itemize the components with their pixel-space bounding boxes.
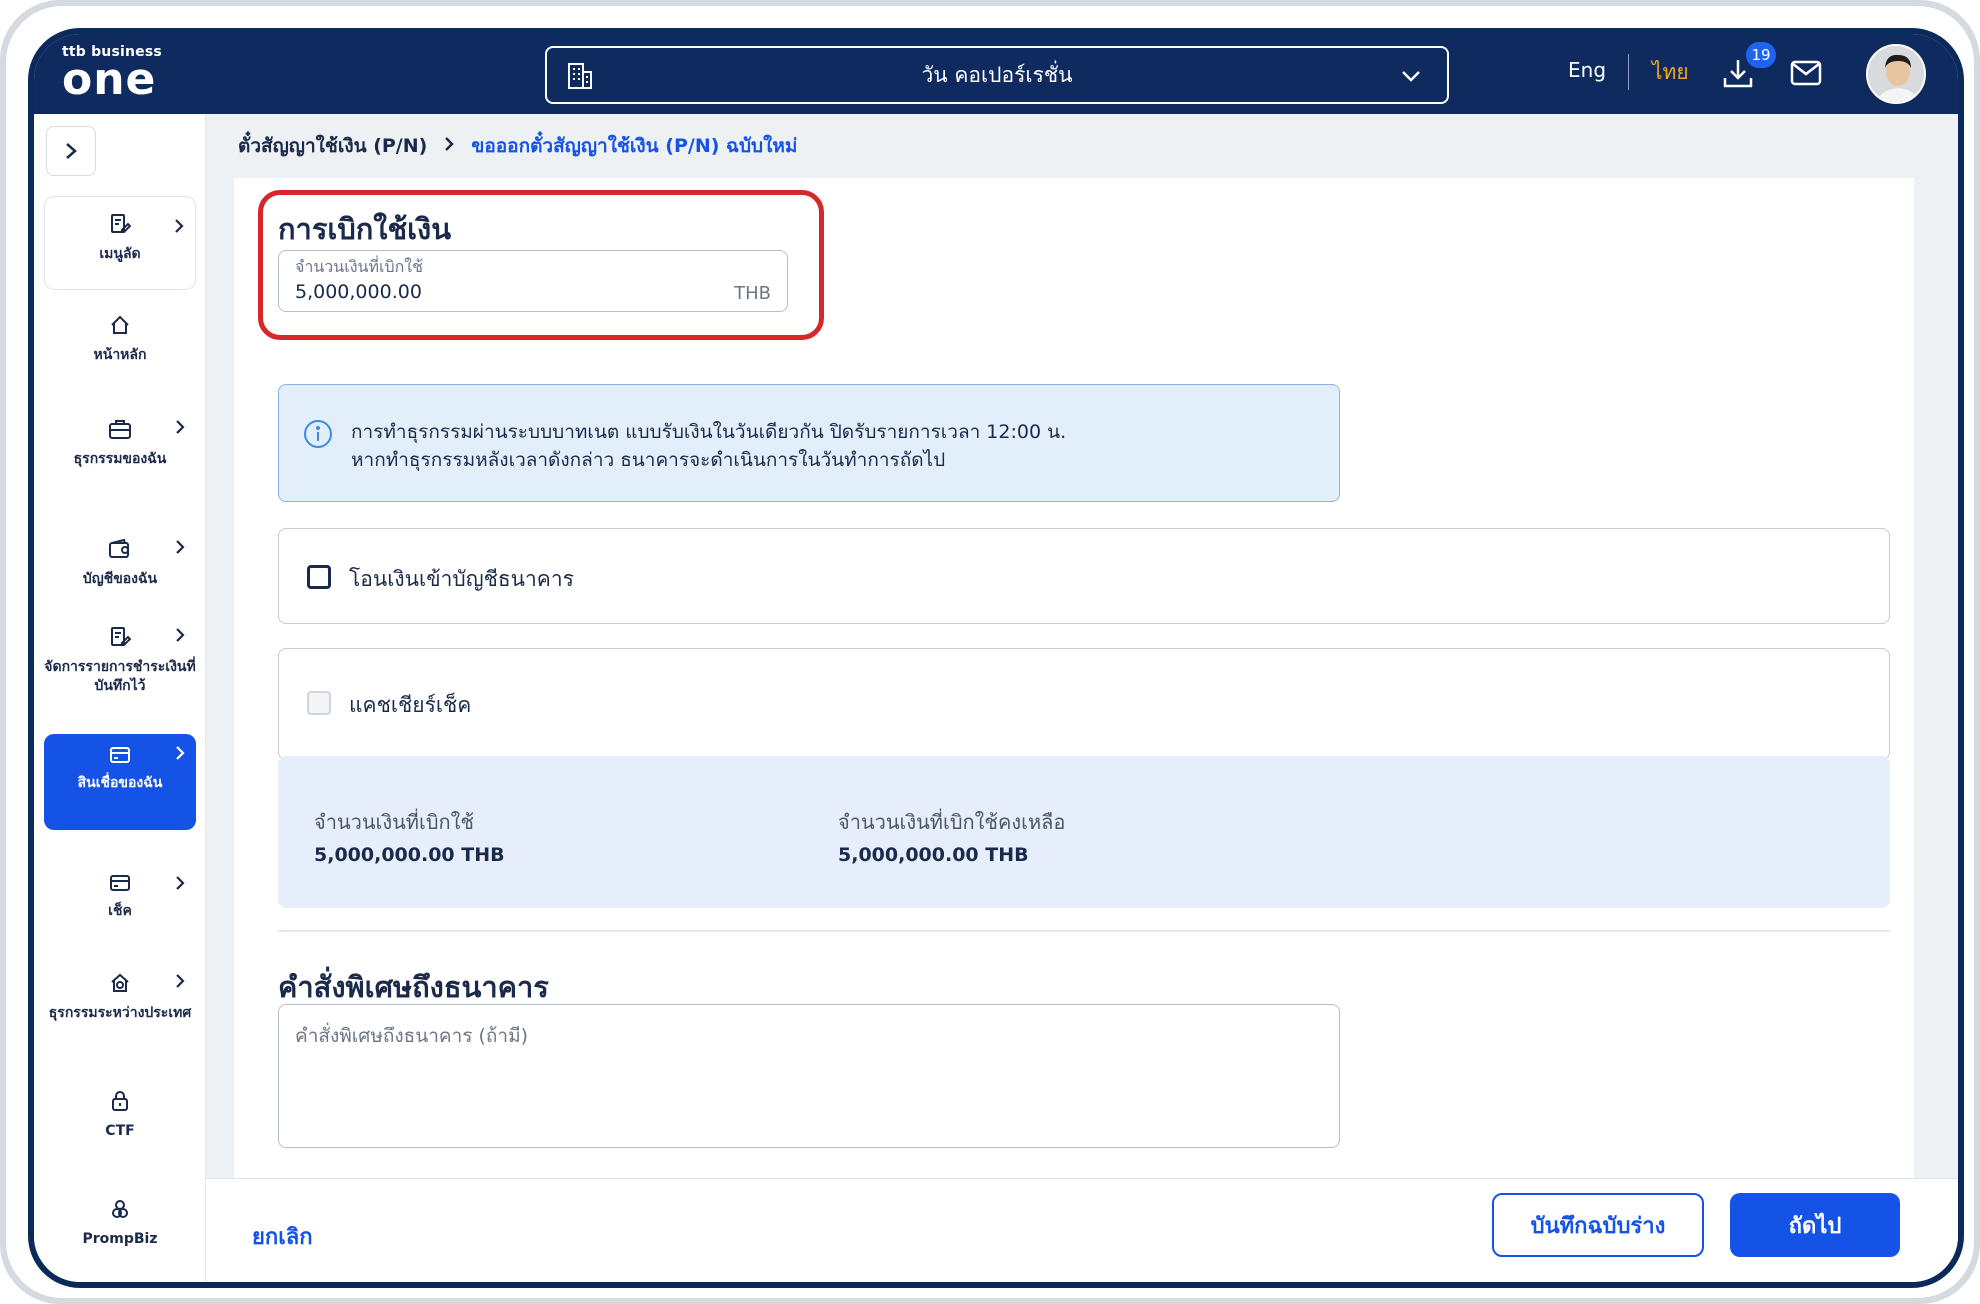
device-bezel: ttb business one วัน คอเปอร์เรชั่น Eng ไ… — [28, 28, 1964, 1288]
sidebar-item-my-accounts[interactable]: บัญชีของฉัน — [44, 530, 196, 590]
lock-icon — [44, 1090, 196, 1118]
main-content: การเบิกใช้เงิน จำนวนเงินที่เบิกใช้ 5,000… — [206, 178, 1958, 1178]
drawdown-amount-field[interactable]: จำนวนเงินที่เบิกใช้ 5,000,000.00 THB — [278, 250, 788, 312]
sidebar-item-home[interactable]: หน้าหลัก — [44, 306, 196, 372]
lang-thai[interactable]: ไทย — [1652, 56, 1689, 89]
mail-icon[interactable] — [1790, 60, 1822, 90]
amount-summary: จำนวนเงินที่เบิกใช้ 5,000,000.00 THB จำน… — [278, 756, 1890, 908]
cashier-cheque-checkbox — [307, 691, 331, 715]
company-name: วัน คอเปอร์เรชั่น — [921, 62, 1073, 87]
drawn-amount-label: จำนวนเงินที่เบิกใช้ — [314, 810, 474, 834]
sidebar-item-label: เช็ค — [108, 903, 132, 919]
drawdown-title: การเบิกใช้เงิน — [278, 212, 452, 246]
save-draft-button[interactable]: บันทึกฉบับร่าง — [1492, 1193, 1704, 1257]
sidebar-item-saved-payments[interactable]: จัดการรายการชำระเงินที่บันทึกไว้ — [44, 618, 196, 718]
sidebar-item-international[interactable]: ธุรกรรมระหว่างประเทศ — [44, 964, 196, 1044]
sidebar-item-label: สินเชื่อของฉัน — [77, 775, 163, 791]
sidebar-item-my-loans[interactable]: สินเชื่อของฉัน — [44, 734, 196, 830]
chevron-right-icon — [174, 538, 186, 562]
app-screen: ttb business one วัน คอเปอร์เรชั่น Eng ไ… — [34, 34, 1958, 1282]
bank-transfer-checkbox[interactable] — [307, 565, 331, 589]
sidebar-item-label: PrompBiz — [82, 1231, 158, 1247]
sidebar-item-label: CTF — [105, 1123, 135, 1139]
company-selector[interactable]: วัน คอเปอร์เรชั่น — [545, 46, 1449, 104]
chevron-right-icon — [173, 217, 185, 241]
breadcrumb: ตั๋วสัญญาใช้เงิน (P/N) ขอออกตั๋วสัญญาใช้… — [206, 114, 1958, 178]
logo-big-text: one — [62, 54, 157, 105]
instructions-textarea[interactable]: คำสั่งพิเศษถึงธนาคาร (ถ้ามี) — [278, 1004, 1340, 1148]
chevron-right-icon — [174, 744, 186, 768]
info-notice: การทำธุรกรรมผ่านระบบบาทเนต แบบรับเงินในว… — [278, 384, 1340, 502]
device-frame-inner: ttb business one วัน คอเปอร์เรชั่น Eng ไ… — [6, 6, 1974, 1298]
sidebar-expand-button[interactable] — [46, 126, 96, 176]
top-header: ttb business one วัน คอเปอร์เรชั่น Eng ไ… — [34, 34, 1958, 114]
currency-label: THB — [734, 283, 771, 304]
action-footer: ยกเลิก บันทึกฉบับร่าง ถัดไป — [206, 1178, 1958, 1282]
section-divider — [278, 930, 1890, 932]
info-icon — [303, 419, 333, 453]
chevron-right-icon — [443, 135, 455, 158]
chevron-down-icon — [1399, 64, 1423, 93]
chevron-right-icon — [174, 874, 186, 898]
option-cashier-cheque: แคชเชียร์เช็ค — [278, 648, 1890, 760]
sidebar-item-label: บัญชีของฉัน — [82, 571, 158, 587]
sidebar-item-label: ธุรกรรมของฉัน — [73, 451, 167, 467]
sidebar-item-label: หน้าหลัก — [93, 347, 147, 363]
form-panel: การเบิกใช้เงิน จำนวนเงินที่เบิกใช้ 5,000… — [234, 178, 1914, 1178]
sidebar-item-label: เมนูลัด — [99, 246, 141, 262]
sidebar-item-label: ธุรกรรมระหว่างประเทศ — [48, 1005, 192, 1021]
home-icon — [44, 314, 196, 342]
sidebar: เมนูลัด หน้าหลัก ธุรกรรมของฉัน บัญชีของฉ… — [34, 114, 206, 1282]
info-line-1: การทำธุรกรรมผ่านระบบบาทเนต แบบรับเงินในว… — [351, 421, 1067, 443]
remaining-amount-label: จำนวนเงินที่เบิกใช้คงเหลือ — [838, 810, 1066, 834]
building-icon — [567, 62, 593, 95]
lang-divider — [1628, 54, 1629, 90]
instructions-placeholder: คำสั่งพิเศษถึงธนาคาร (ถ้ามี) — [295, 1025, 529, 1047]
download-count-badge: 19 — [1746, 42, 1776, 68]
lang-english[interactable]: Eng — [1568, 58, 1606, 82]
amount-label: จำนวนเงินที่เบิกใช้ — [295, 257, 423, 276]
remaining-amount-value: 5,000,000.00 THB — [838, 844, 1029, 866]
next-button[interactable]: ถัดไป — [1730, 1193, 1900, 1257]
cancel-button[interactable]: ยกเลิก — [252, 1219, 313, 1254]
cashier-cheque-label: แคชเชียร์เช็ค — [349, 693, 472, 717]
option-bank-transfer[interactable]: โอนเงินเข้าบัญชีธนาคาร — [278, 528, 1890, 624]
chevron-right-icon — [174, 626, 186, 650]
amount-value: 5,000,000.00 — [295, 281, 422, 303]
sidebar-item-ctf[interactable]: CTF — [44, 1082, 196, 1142]
device-frame-outer: ttb business one วัน คอเปอร์เรชั่น Eng ไ… — [0, 0, 1980, 1304]
prompbiz-icon — [44, 1198, 196, 1226]
bank-transfer-label: โอนเงินเข้าบัญชีธนาคาร — [349, 567, 574, 591]
chevron-right-icon — [174, 418, 186, 442]
user-avatar[interactable] — [1866, 44, 1926, 104]
sidebar-item-shortcuts[interactable]: เมนูลัด — [44, 196, 196, 290]
app-logo[interactable]: ttb business one — [62, 44, 162, 105]
sidebar-item-prompbiz[interactable]: PrompBiz — [44, 1190, 196, 1250]
chevron-right-icon — [174, 972, 186, 996]
drawn-amount-value: 5,000,000.00 THB — [314, 844, 505, 866]
info-line-2: หากทำธุรกรรมหลังเวลาดังกล่าว ธนาคารจะดำเ… — [351, 449, 946, 471]
sidebar-item-my-transactions[interactable]: ธุรกรรมของฉัน — [44, 410, 196, 490]
breadcrumb-current: ขอออกตั๋วสัญญาใช้เงิน (P/N) ฉบับใหม่ — [471, 135, 798, 157]
sidebar-item-cheque[interactable]: เช็ค — [44, 866, 196, 926]
breadcrumb-parent[interactable]: ตั๋วสัญญาใช้เงิน (P/N) — [238, 131, 427, 161]
sidebar-item-label: จัดการรายการชำระเงินที่บันทึกไว้ — [44, 659, 196, 694]
